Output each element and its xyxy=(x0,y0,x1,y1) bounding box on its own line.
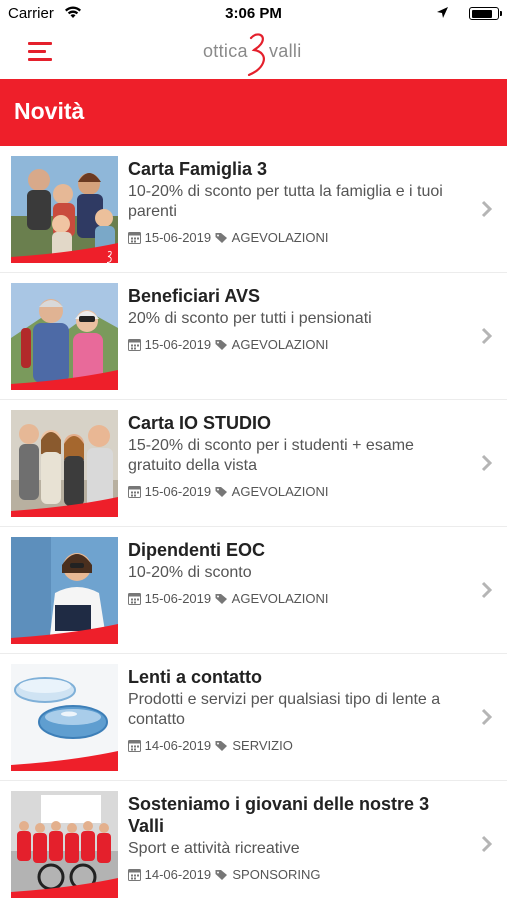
list-item[interactable]: Lenti a contatto Prodotti e servizi per … xyxy=(0,654,507,781)
news-list: Carta Famiglia 3 10-20% di sconto per tu… xyxy=(0,146,507,898)
brand-corner-accent xyxy=(11,751,118,771)
chevron-right-icon xyxy=(481,454,493,472)
hamburger-icon xyxy=(28,42,52,45)
calendar-icon xyxy=(128,486,141,498)
brand-corner-accent xyxy=(11,243,118,263)
item-description: 20% di sconto per tutti i pensionati xyxy=(128,310,372,327)
item-date: 15-06-2019 xyxy=(144,591,212,606)
item-description: 10-20% di sconto xyxy=(128,564,252,581)
tag-icon xyxy=(215,594,227,604)
item-meta: 15-06-2019 AGEVOLAZIONI xyxy=(128,591,328,607)
section-header: Novità xyxy=(0,79,507,146)
nav-bar: ottica valli xyxy=(0,28,507,78)
ottica-3-valli-logo: ottica valli xyxy=(203,32,313,76)
tag-icon xyxy=(215,233,227,243)
list-item[interactable]: Carta Famiglia 3 10-20% di sconto per tu… xyxy=(0,146,507,273)
item-description: 10-20% di sconto per tutta la famiglia e… xyxy=(128,183,443,220)
calendar-icon xyxy=(128,339,141,351)
item-date: 14-06-2019 xyxy=(144,867,212,882)
item-meta: 15-06-2019 AGEVOLAZIONI xyxy=(128,337,328,353)
list-item[interactable]: Carta IO STUDIO 15-20% di sconto per i s… xyxy=(0,400,507,527)
cycling-team-photo xyxy=(11,791,118,898)
item-title: Beneficiari AVS xyxy=(128,286,261,306)
chevron-right-icon xyxy=(481,581,493,599)
seniors-photo xyxy=(11,283,118,390)
calendar-icon xyxy=(128,232,141,244)
logo-text-valli: valli xyxy=(269,41,302,61)
tag-icon xyxy=(215,870,227,880)
list-item[interactable]: Beneficiari AVS 20% di sconto per tutti … xyxy=(0,273,507,400)
item-tag: AGEVOLAZIONI xyxy=(231,591,329,606)
item-date: 15-06-2019 xyxy=(144,337,212,352)
tag-icon xyxy=(215,340,227,350)
calendar-icon xyxy=(128,740,141,752)
chevron-right-icon xyxy=(481,708,493,726)
chevron-right-icon xyxy=(481,327,493,345)
item-meta: 15-06-2019 AGEVOLAZIONI xyxy=(128,230,328,246)
item-title: Dipendenti EOC xyxy=(128,540,266,560)
tag-icon xyxy=(215,741,227,751)
item-title: Carta Famiglia 3 xyxy=(128,159,268,179)
item-title: Sosteniamo i giovani delle nostre 3 Vall… xyxy=(128,794,430,836)
clock: 3:06 PM xyxy=(225,5,282,22)
calendar-icon xyxy=(128,869,141,881)
tag-icon xyxy=(215,487,227,497)
item-tag: AGEVOLAZIONI xyxy=(231,337,329,352)
chevron-right-icon xyxy=(481,200,493,218)
item-description: 15-20% di sconto per i studenti + esame … xyxy=(128,437,414,474)
brand-corner-accent xyxy=(11,370,118,390)
list-item[interactable]: Sosteniamo i giovani delle nostre 3 Vall… xyxy=(0,781,507,898)
brand-corner-accent xyxy=(11,878,118,898)
logo-3-mark-icon xyxy=(247,33,265,76)
list-item[interactable]: Dipendenti EOC 10-20% di sconto 15-06-20… xyxy=(0,527,507,654)
item-meta: 14-06-2019 SPONSORING xyxy=(128,867,321,883)
logo-text-ottica: ottica xyxy=(203,41,248,61)
item-date: 15-06-2019 xyxy=(144,230,212,245)
item-date: 14-06-2019 xyxy=(144,738,212,753)
brand-corner-accent xyxy=(11,624,118,644)
hamburger-menu-button[interactable] xyxy=(28,40,54,64)
calendar-icon xyxy=(128,593,141,605)
item-title: Carta IO STUDIO xyxy=(128,413,272,433)
contact-lens-photo xyxy=(11,664,118,771)
nurse-photo xyxy=(11,537,118,644)
location-arrow-icon xyxy=(437,7,448,18)
family-photo xyxy=(11,156,118,263)
brand-corner-accent xyxy=(11,497,118,517)
status-bar: Carrier 3:06 PM xyxy=(0,0,507,28)
battery-icon xyxy=(469,7,502,20)
chevron-right-icon xyxy=(481,835,493,853)
item-description: Sport e attività ricreative xyxy=(128,840,300,857)
item-meta: 14-06-2019 SERVIZIO xyxy=(128,738,293,754)
item-title: Lenti a contatto xyxy=(128,667,262,687)
item-meta: 15-06-2019 AGEVOLAZIONI xyxy=(128,484,328,500)
page-title: Novità xyxy=(14,98,85,124)
item-description: Prodotti e servizi per qualsiasi tipo di… xyxy=(128,691,441,728)
item-tag: SPONSORING xyxy=(232,867,321,882)
item-tag: AGEVOLAZIONI xyxy=(231,230,329,245)
item-tag: SERVIZIO xyxy=(232,738,293,753)
students-photo xyxy=(11,410,118,517)
item-tag: AGEVOLAZIONI xyxy=(231,484,329,499)
item-date: 15-06-2019 xyxy=(144,484,212,499)
